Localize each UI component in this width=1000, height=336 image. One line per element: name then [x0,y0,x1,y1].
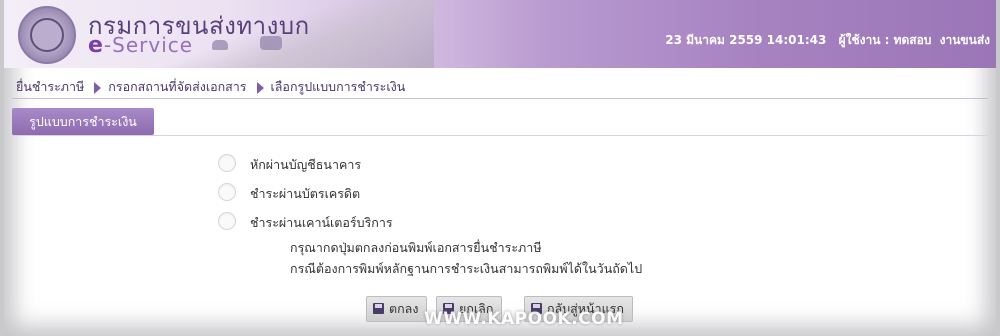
site-header: กรมการขนส่งทางบก e-Service 23 มีนาคม 255… [4,0,996,68]
radio-bank-debit[interactable] [218,154,236,172]
note-press-ok: กรุณากดปุ่มตกลงก่อนพิมพ์เอกสารยื่นชำระภา… [290,240,542,255]
breadcrumb-item-tax-submit[interactable]: ยื่นชำระภาษี [16,79,84,94]
save-icon [373,303,384,314]
eservice-suffix: -Service [103,33,194,57]
breadcrumb: ยื่นชำระภาษี กรอกสถานที่จัดส่งเอกสาร เลื… [16,77,405,97]
site-title-eservice: e-Service [88,33,193,58]
payment-option-label: ชำระผ่านเคาน์เตอร์บริการ [250,215,393,230]
ok-button[interactable]: ตกลง [366,296,428,322]
page-frame: กรมการขนส่งทางบก e-Service 23 มีนาคม 255… [4,0,996,336]
user-name: งานขนส่ง [939,33,990,47]
user-label: ผู้ใช้งาน : ทดสอบ [838,33,932,47]
breadcrumb-arrow-icon [94,81,102,94]
bus-icon [260,36,282,50]
payment-option-label: ชำระผ่านบัตรเครดิต [250,186,361,201]
header-info: 23 มีนาคม 2559 14:01:43 ผู้ใช้งาน : ทดสอ… [657,31,990,50]
car-icon [212,40,228,50]
radio-service-counter[interactable] [218,212,236,230]
payment-option-label: หักผ่านบัญชีธนาคาร [250,157,362,172]
breadcrumb-arrow-icon [256,81,264,94]
watermark-text: WWW.KAPOOK.COM [424,309,624,329]
section-tab-payment-method: รูปแบบการชำระเงิน [12,108,154,135]
seal-inner [30,18,64,52]
radio-credit-card[interactable] [218,183,236,201]
breadcrumb-item-delivery-address[interactable]: กรอกสถานที่จัดส่งเอกสาร [108,79,246,94]
ok-button-label: ตกลง [389,301,419,316]
dlt-seal-logo [18,6,76,64]
eservice-prefix: e [88,33,104,58]
breadcrumb-divider [12,98,988,99]
breadcrumb-item-payment-method: เลือกรูปแบบการชำระเงิน [270,79,406,94]
note-print-receipt: กรณีต้องการพิมพ์หลักฐานการชำระเงินสามารถ… [290,261,643,276]
datetime-display: 23 มีนาคม 2559 14:01:43 [665,33,827,47]
section-divider [12,135,988,136]
